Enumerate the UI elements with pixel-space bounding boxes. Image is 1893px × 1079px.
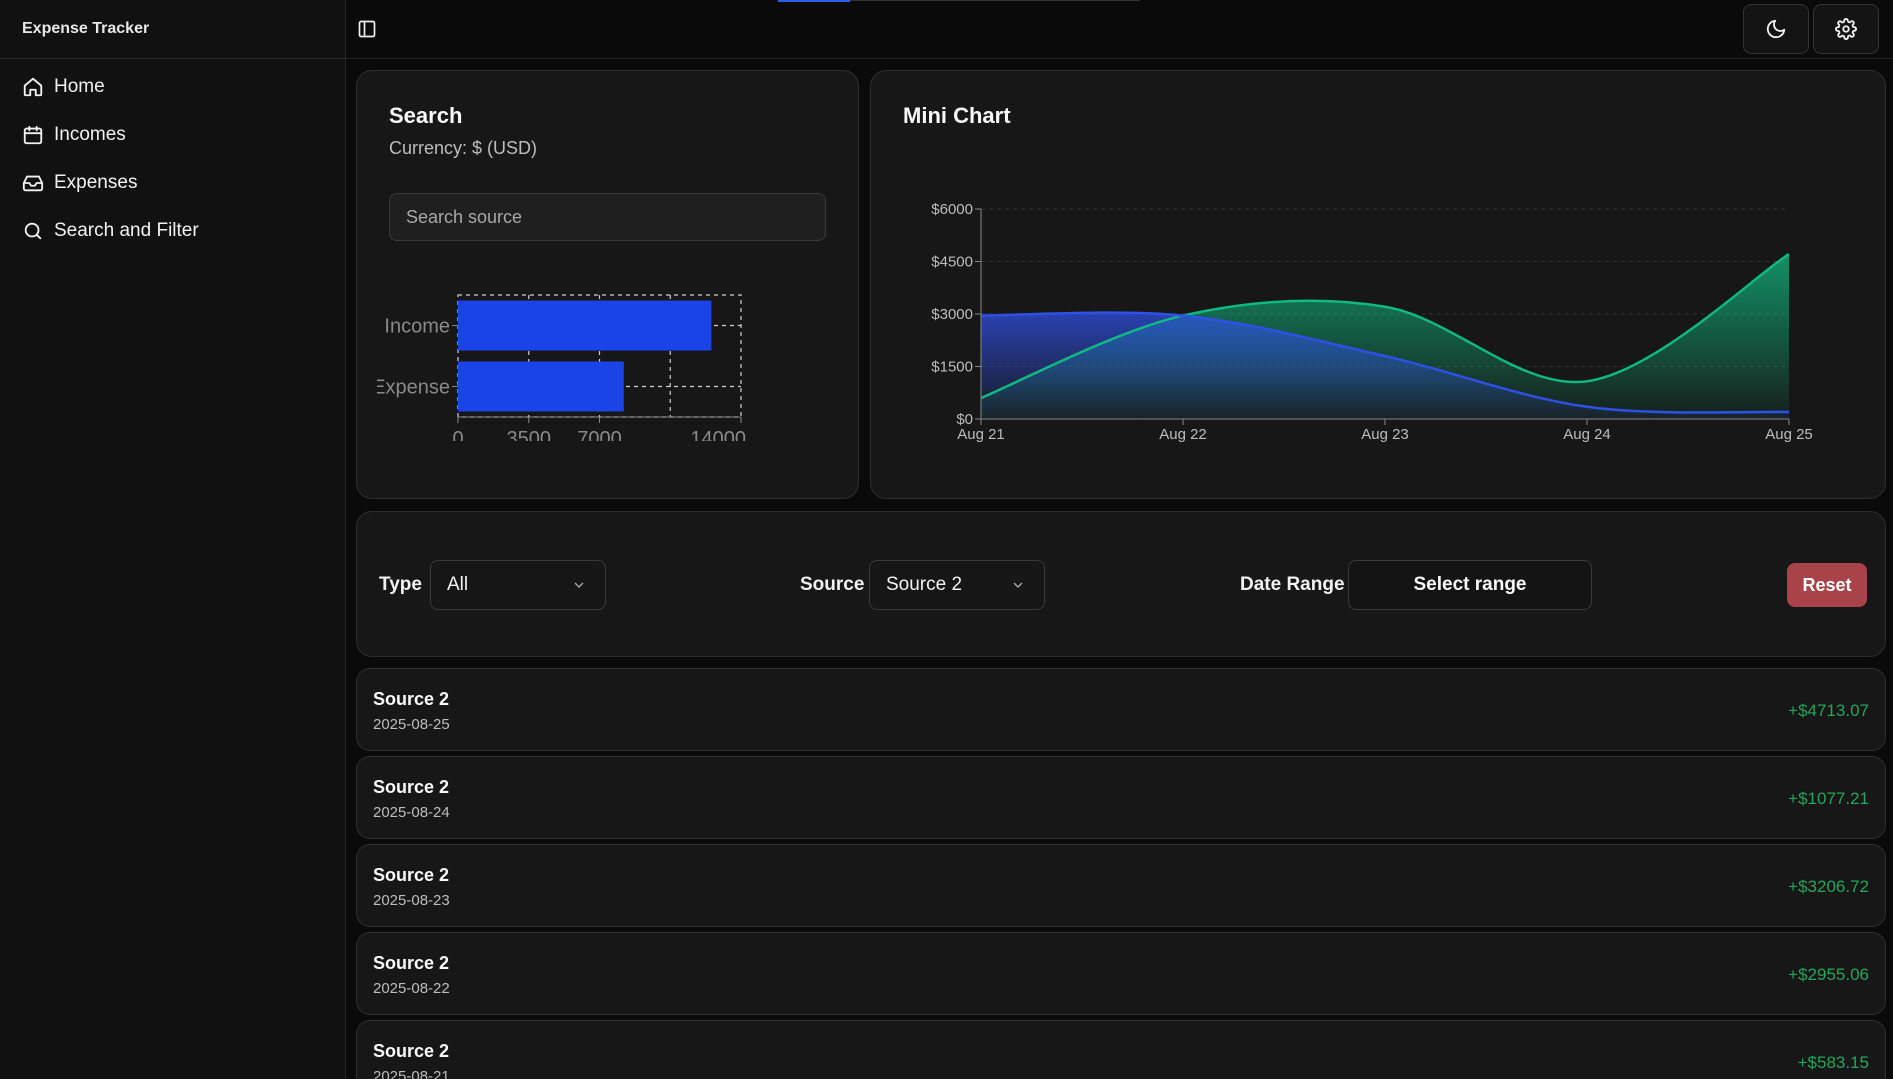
transaction-amount: +$1077.21 [1788,789,1869,808]
home-icon [23,77,43,97]
search-card-title: Search [389,103,463,128]
bar-x-tick-label: 7000 [577,428,622,441]
bar-category-label: Expense [377,377,450,399]
transaction-source: Source 2 [373,953,450,973]
calendar-icon [23,125,43,145]
transaction-date: 2025-08-24 [373,804,450,821]
mini-x-tick-label: Aug 21 [957,426,1005,443]
select-range-button[interactable]: Select range [1348,560,1592,610]
mini-y-tick-label: $6000 [931,201,973,218]
sidebar-item-label: Search and Filter [54,220,199,241]
transaction-date: 2025-08-23 [373,892,450,909]
transaction-source: Source 2 [373,865,450,885]
type-select-value: All [447,574,469,595]
transaction-amount: +$3206.72 [1788,877,1869,896]
app-root: Expense Tracker Home Incomes Expenses Se… [0,0,1893,1079]
transaction-row[interactable]: Source 2 2025-08-24 +$1077.21 [356,756,1886,839]
mini-y-tick-label: $4500 [931,254,973,271]
moon-icon [1766,19,1786,39]
search-icon [24,222,42,240]
top-progress-indicator [778,0,850,2]
mini-x-tick-label: Aug 25 [1765,426,1813,443]
transaction-source: Source 2 [373,777,450,797]
app-brand: Expense Tracker [0,0,345,59]
mini-area-chart: $0$1500$3000$4500$6000Aug 21 Aug 22 Aug 23… [931,201,1813,443]
transaction-date: 2025-08-25 [373,716,450,733]
type-filter-label: Type [379,574,422,595]
search-input[interactable] [389,193,826,241]
bar-income [458,300,712,351]
transaction-row[interactable]: Source 2 2025-08-21 +$583.15 [356,1020,1886,1079]
source-filter-label: Source [800,574,865,595]
transaction-source: Source 2 [373,1041,450,1061]
transaction-source: Source 2 [373,689,450,709]
transaction-list: Source 2 2025-08-25 +$4713.07 Source 2 2025-… [356,668,1886,1079]
top-bar [346,0,1893,59]
date-range-label: Date Range [1240,574,1345,595]
transaction-amount: +$2955.06 [1788,965,1869,984]
mini-x-tick-label: Aug 24 [1563,426,1611,443]
type-select[interactable]: All [430,560,606,610]
sidebar-item-label: Expenses [54,172,138,193]
bar-category-label: Income [384,316,450,338]
mini-y-tick-label: $3000 [931,306,973,323]
main-content: Search Currency: $ (USD) Income Expense 0 3… [346,0,1893,1079]
chevron-down-icon [574,582,584,588]
transaction-row[interactable]: Source 2 2025-08-23 +$3206.72 [356,844,1886,927]
transaction-amount: +$4713.07 [1788,701,1869,720]
currency-label: Currency: $ (USD) [389,138,538,158]
sidebar-item-incomes[interactable]: Incomes [0,111,345,159]
bar-expense [458,361,624,412]
source-select[interactable]: Source 2 [869,560,1045,610]
sidebar-item-home[interactable]: Home [0,63,345,111]
sidebar-toggle-button[interactable] [354,16,380,42]
top-divider [850,0,1140,1]
bar-x-tick-label: 3500 [507,428,552,441]
transaction-date: 2025-08-21 [373,1068,450,1079]
sidebar-nav: Home Incomes Expenses Search and Filter [0,59,345,255]
bar-x-tick-label: 14000 [690,428,746,441]
transaction-amount: +$583.15 [1797,1053,1869,1072]
mini-x-tick-label: Aug 23 [1361,426,1409,443]
mini-chart-card: Mini Chart $0 $1500 $3000 $4500 $6000 Aug 21 A… [870,70,1886,499]
inbox-icon [22,175,44,192]
filter-bar: Type All Source Source 2 Date Range Sele… [356,511,1886,657]
gear-icon [1835,18,1857,40]
mini-x-tick-label: Aug 22 [1159,426,1207,443]
bar-x-tick-label: 0 [452,428,463,441]
search-card: Search Currency: $ (USD) Income Expense 0 3… [356,70,859,499]
sidebar-item-search-filter[interactable]: Search and Filter [0,207,345,255]
mini-chart-title: Mini Chart [903,103,1011,128]
transaction-date: 2025-08-22 [373,980,450,997]
sidebar-toggle-icon [358,20,376,38]
reset-button[interactable]: Reset [1787,563,1867,607]
income-expense-bar-chart: Income Expense 0 3500 7000 14000 [377,294,746,441]
chevron-down-icon [1013,582,1023,588]
settings-button[interactable] [1813,4,1879,54]
transaction-row[interactable]: Source 2 2025-08-22 +$2955.06 [356,932,1886,1015]
sidebar: Expense Tracker Home Incomes Expenses Se… [0,0,346,1079]
sidebar-item-expenses[interactable]: Expenses [0,159,345,207]
sidebar-item-label: Home [54,76,105,97]
mini-y-tick-label: $1500 [931,359,973,376]
source-select-value: Source 2 [886,574,963,595]
sidebar-item-label: Incomes [54,124,126,145]
transaction-row[interactable]: Source 2 2025-08-25 +$4713.07 [356,668,1886,751]
theme-toggle-button[interactable] [1743,4,1809,54]
